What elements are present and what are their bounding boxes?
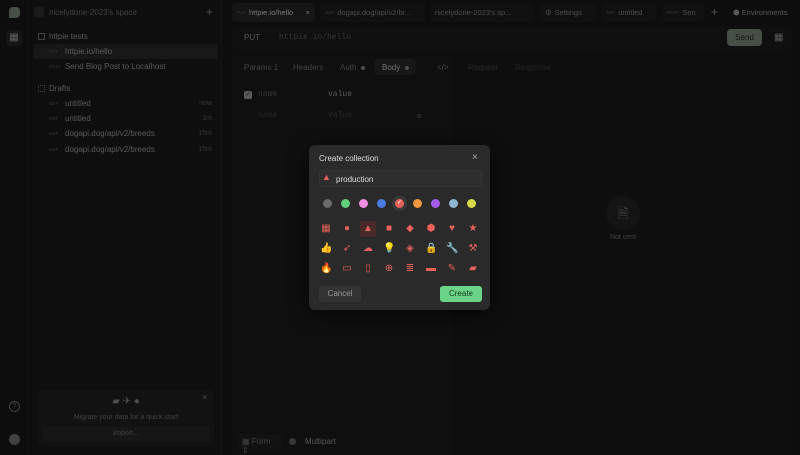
name-value: production [336,175,374,184]
square-icon[interactable]: ■ [383,223,395,235]
color-swatch[interactable] [359,199,368,208]
color-swatch[interactable] [377,199,386,208]
heart-icon[interactable]: ♥ [446,223,458,235]
color-swatch[interactable] [341,199,350,208]
wrench-icon[interactable]: 🔧 [446,243,458,255]
edit-icon[interactable]: ✎ [446,263,458,275]
phone-icon[interactable]: ▯ [362,263,374,275]
color-swatch[interactable] [467,199,476,208]
diamond-icon[interactable]: ◆ [404,223,416,235]
circle-icon[interactable]: ● [341,223,353,235]
monitor-icon[interactable]: ▭ [341,263,353,275]
color-swatch[interactable] [449,199,458,208]
globe-icon[interactable]: ⊕ [383,263,395,275]
star-icon[interactable]: ★ [467,223,479,235]
flame-icon[interactable]: 🔥 [320,263,332,275]
selected-icon-preview: ▲ [322,172,331,182]
lock-icon[interactable]: 🔒 [425,243,437,255]
cloud-icon[interactable]: ☁ [362,243,374,255]
rocket-icon[interactable]: ➶ [341,243,353,255]
lightbulb-icon[interactable]: 💡 [383,243,395,255]
hammer-icon[interactable]: ⚒ [467,243,479,255]
color-swatch[interactable]: ✓ [395,199,404,208]
color-swatch[interactable] [413,199,422,208]
chat-icon[interactable]: ▰ [467,263,479,275]
close-icon[interactable]: × [472,152,478,163]
name-input[interactable]: ▲ production [319,170,482,187]
color-swatch[interactable] [323,199,332,208]
cancel-button[interactable]: Cancel [319,286,361,302]
hexagon-icon[interactable]: ⬢ [425,223,437,235]
credit-card-icon[interactable]: ▬ [425,263,437,275]
grid-icon[interactable]: ▦ [320,223,332,235]
database-icon[interactable]: ≣ [404,263,416,275]
create-button[interactable]: Create [440,286,482,302]
thumbs-up-icon[interactable]: 👍 [320,243,332,255]
create-collection-dialog: Create collection × ▲ production ✓ ▦ ● ▲ ■ ◆… [309,145,490,310]
color-swatch[interactable] [431,199,440,208]
triangle-icon[interactable]: ▲ [360,221,376,237]
dialog-title: Create collection [319,154,379,163]
gem-icon[interactable]: ◈ [404,243,416,255]
